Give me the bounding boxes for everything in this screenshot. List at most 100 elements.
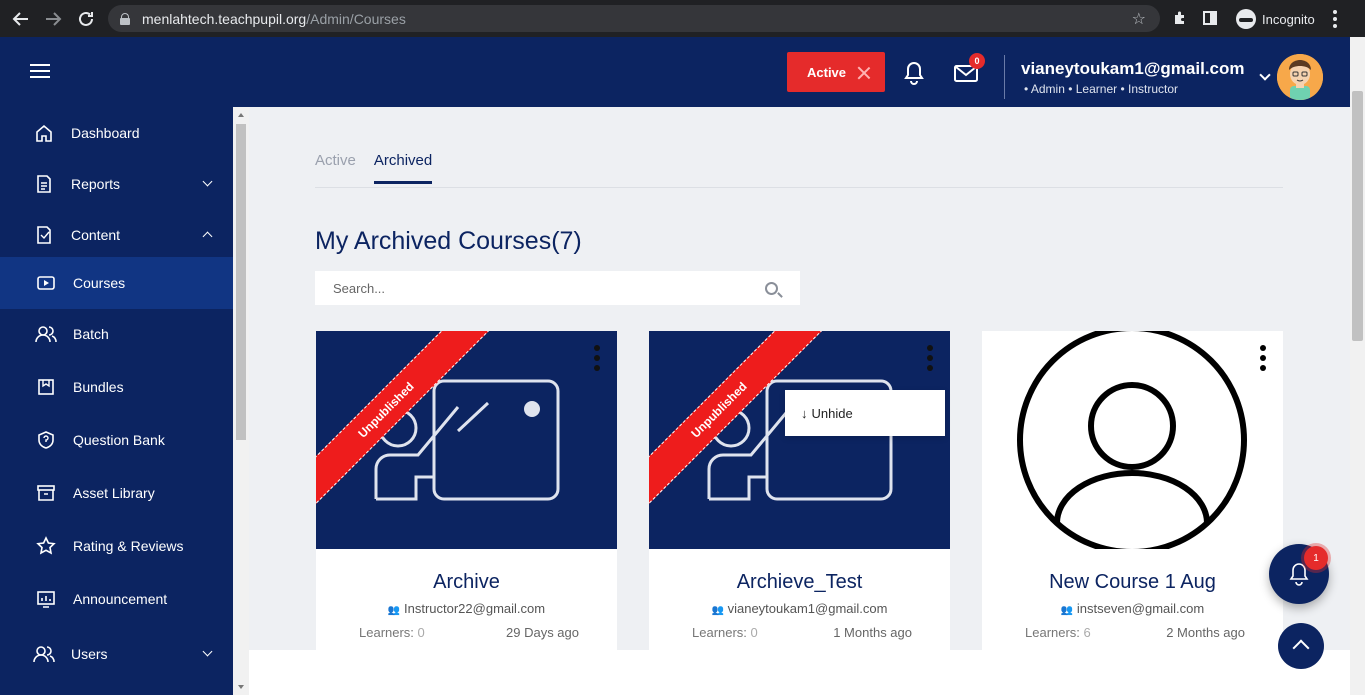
- url-host: menlahtech.teachpupil.org: [142, 10, 307, 27]
- users-icon: [35, 323, 57, 345]
- scrollbar-thumb[interactable]: [236, 124, 246, 440]
- bell-icon[interactable]: [903, 61, 925, 85]
- sidebar-item-courses[interactable]: Courses: [0, 257, 233, 309]
- sidebar-item-label: Bundles: [73, 379, 124, 395]
- sidebar-item-announcement[interactable]: Announcement: [0, 573, 233, 625]
- course-card[interactable]: Unpublished Archive 👥 Instructor22@gmail…: [316, 331, 617, 661]
- sidebar-item-label: Question Bank: [73, 432, 165, 448]
- course-owner: 👥 Instructor22@gmail.com: [387, 601, 546, 616]
- user-icon: 👥: [387, 605, 401, 616]
- incognito-profile[interactable]: Incognito: [1232, 9, 1319, 29]
- course-learners: Learners: 0: [692, 625, 758, 640]
- course-title[interactable]: Archieve_Test: [649, 571, 950, 594]
- scrollbar-thumb[interactable]: [1352, 91, 1363, 341]
- sidebar-item-batch[interactable]: Batch: [0, 308, 233, 360]
- sidebar-item-dashboard[interactable]: Dashboard: [0, 107, 233, 159]
- page-scrollbar[interactable]: [1350, 37, 1365, 695]
- course-card[interactable]: Unpublished Archieve_Test 👥 vianeytoukam…: [649, 331, 950, 661]
- sidebar-scrollbar[interactable]: [233, 107, 249, 695]
- report-icon: [33, 173, 55, 195]
- user-roles: • Admin • Learner • Instructor: [1024, 82, 1179, 96]
- course-age: 2 Months ago: [1166, 625, 1245, 640]
- course-owner: 👥 vianeytoukam1@gmail.com: [711, 601, 888, 616]
- incognito-icon: [1236, 9, 1256, 29]
- lock-icon: [120, 12, 130, 25]
- browser-menu-icon[interactable]: [1332, 10, 1337, 28]
- course-age: 29 Days ago: [506, 625, 579, 640]
- tab-archived[interactable]: Archived: [373, 152, 433, 184]
- archive-icon: [35, 482, 57, 504]
- sidebar-item-users[interactable]: Users: [0, 628, 233, 680]
- avatar[interactable]: [1277, 54, 1323, 100]
- play-icon: [35, 272, 57, 294]
- user-email[interactable]: vianeytoukam1@gmail.com: [1021, 59, 1245, 79]
- course-title[interactable]: Archive: [316, 571, 617, 594]
- home-icon: [33, 122, 55, 144]
- reload-icon[interactable]: [75, 8, 97, 30]
- shield-icon: [35, 429, 57, 451]
- sidebar-item-label: Asset Library: [73, 485, 155, 501]
- announcement-icon: [35, 588, 57, 610]
- course-title[interactable]: New Course 1 Aug: [982, 571, 1283, 594]
- scroll-up-icon[interactable]: [238, 113, 244, 117]
- card-menu-icon[interactable]: [594, 345, 600, 371]
- sidebar-item-content[interactable]: Content: [0, 209, 233, 261]
- course-learners: Learners: 6: [1025, 625, 1091, 640]
- page-footer: [249, 650, 1350, 695]
- star-icon: [35, 535, 57, 557]
- back-icon[interactable]: [10, 8, 32, 30]
- sidebar-item-label: Batch: [73, 326, 109, 342]
- sidebar-item-label: Content: [71, 227, 121, 243]
- forward-icon[interactable]: [42, 8, 64, 30]
- status-active-label: Active: [807, 64, 847, 80]
- scroll-to-top-button[interactable]: [1278, 623, 1324, 669]
- sidebar-item-bundles[interactable]: Bundles: [0, 361, 233, 413]
- app-header: Active 0 vianeytoukam1@gmail.com • Admin…: [0, 37, 1352, 107]
- course-thumbnail: [982, 331, 1283, 549]
- notification-count-badge: 1: [1304, 546, 1328, 570]
- search-box: [315, 271, 800, 305]
- sidebar-item-label: Dashboard: [71, 125, 140, 141]
- unhide-menu-item[interactable]: ↓ Unhide: [785, 390, 945, 436]
- chevron-down-icon[interactable]: [1259, 69, 1271, 81]
- user-icon: 👥: [1060, 605, 1074, 616]
- sidebar-item-label: Rating & Reviews: [73, 538, 184, 554]
- search-input[interactable]: [315, 271, 735, 305]
- tab-active[interactable]: Active: [315, 152, 356, 184]
- sidebar-item-label: Reports: [71, 176, 121, 192]
- search-icon[interactable]: [765, 282, 778, 295]
- content-icon: [33, 224, 55, 246]
- chevron-down-icon: [202, 176, 213, 187]
- arrow-down-icon: ↓: [801, 405, 808, 421]
- unhide-label: Unhide: [811, 405, 853, 421]
- card-menu-icon[interactable]: [927, 345, 933, 371]
- sidebar-item-label: Announcement: [73, 591, 168, 607]
- incognito-label: Incognito: [1262, 11, 1315, 27]
- extensions-icon[interactable]: [1172, 10, 1188, 29]
- bundle-icon: [35, 376, 57, 398]
- status-active-button[interactable]: Active: [787, 52, 885, 92]
- browser-chrome: menlahtech.teachpupil.org/Admin/Courses …: [0, 0, 1365, 37]
- bookmark-star-icon[interactable]: ☆: [1132, 9, 1146, 29]
- header-divider: [1004, 55, 1005, 99]
- close-icon: [857, 66, 871, 80]
- course-card[interactable]: New Course 1 Aug 👥 instseven@gmail.com L…: [982, 331, 1283, 661]
- card-menu-icon[interactable]: [1260, 345, 1266, 371]
- side-panel-icon[interactable]: [1202, 10, 1218, 29]
- scroll-down-icon[interactable]: [238, 685, 244, 689]
- hamburger-menu-icon[interactable]: [30, 64, 50, 78]
- course-learners: Learners: 0: [359, 625, 425, 640]
- user-placeholder-icon: [1017, 331, 1247, 549]
- sidebar-item-label: Users: [71, 646, 108, 662]
- users-icon: [33, 643, 55, 665]
- sidebar-item-reports[interactable]: Reports: [0, 158, 233, 210]
- chevron-down-icon: [202, 646, 213, 657]
- sidebar-item-rating-reviews[interactable]: Rating & Reviews: [0, 520, 233, 572]
- address-bar[interactable]: menlahtech.teachpupil.org/Admin/Courses …: [108, 5, 1160, 32]
- sidebar-item-question-bank[interactable]: Question Bank: [0, 414, 233, 466]
- sidebar-item-asset-library[interactable]: Asset Library: [0, 467, 233, 519]
- mail-count-badge: 0: [969, 53, 985, 69]
- user-icon: 👥: [711, 605, 724, 616]
- main-content: Active Archived My Archived Courses(7) U…: [249, 107, 1350, 695]
- tab-divider: [315, 187, 1283, 188]
